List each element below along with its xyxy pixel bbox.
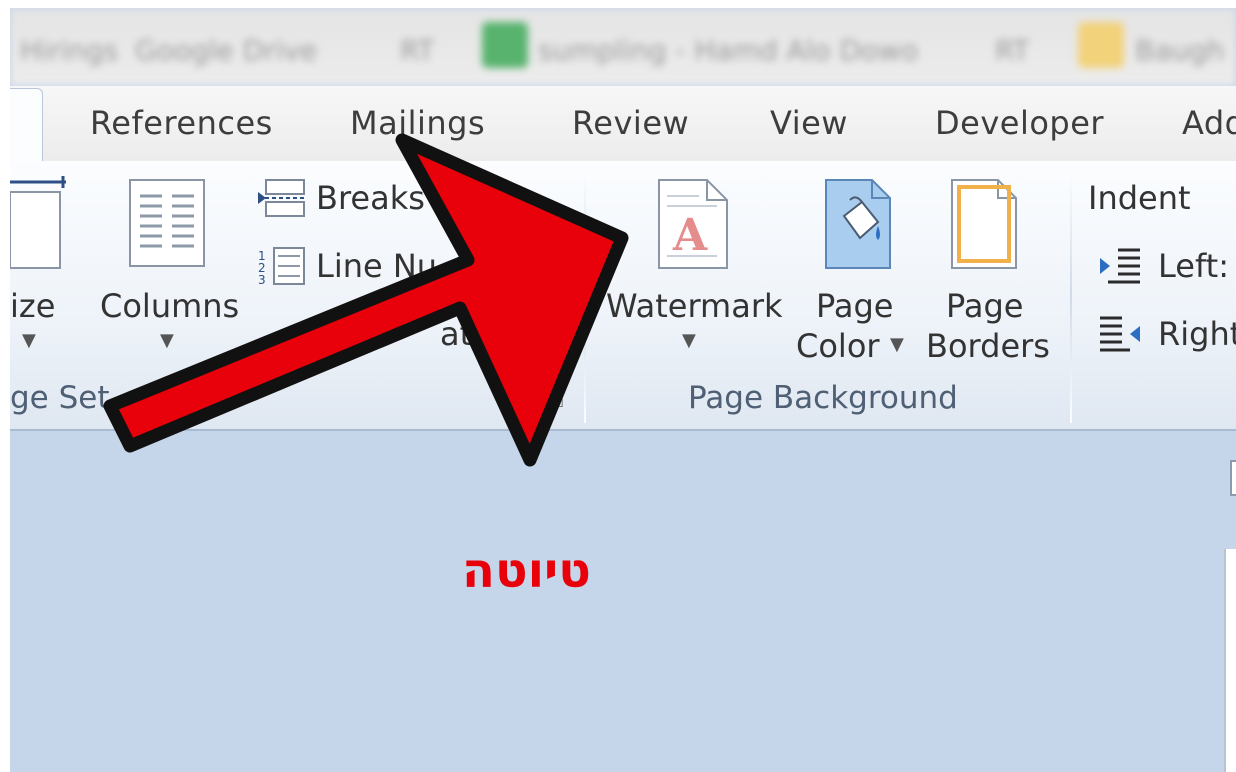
red-arrow-annotation <box>103 133 629 467</box>
word-window: Hirings Google Drive RT sumpling - Hamd … <box>10 8 1236 772</box>
annotation-hebrew-text: טיוטה <box>462 543 591 599</box>
